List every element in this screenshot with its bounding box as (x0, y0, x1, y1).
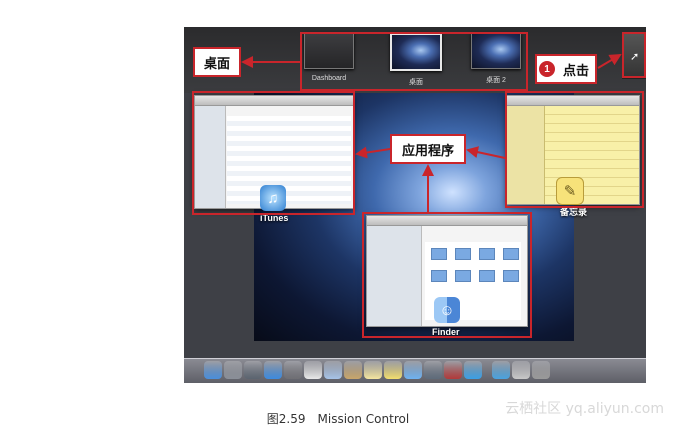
launchpad-icon[interactable] (224, 361, 242, 379)
messages-icon[interactable] (404, 361, 422, 379)
dock (184, 358, 646, 383)
mission-control-icon[interactable] (244, 361, 262, 379)
contacts-icon[interactable] (344, 361, 362, 379)
system-prefs-icon[interactable] (284, 361, 302, 379)
click-label: 点击 (562, 63, 589, 79)
dock-icon-row (204, 361, 550, 379)
trash-icon[interactable] (532, 361, 550, 379)
stickies-icon[interactable] (384, 361, 402, 379)
itunes-icon[interactable] (464, 361, 482, 379)
step-badge: 1 (539, 61, 555, 77)
itunes-highlight-box (192, 91, 355, 215)
safari-icon[interactable] (264, 361, 282, 379)
notes-highlight-box (505, 91, 644, 208)
mail-icon[interactable] (324, 361, 342, 379)
app-store-icon[interactable] (492, 361, 510, 379)
notes-icon[interactable] (364, 361, 382, 379)
finder-highlight-box (362, 212, 532, 338)
apps-callout: 应用程序 (390, 134, 466, 164)
watermark: 云栖社区 yq.aliyun.com (505, 401, 664, 417)
desktop-callout: 桌面 (193, 47, 241, 77)
facetime-icon[interactable] (424, 361, 442, 379)
photo-booth-icon[interactable] (444, 361, 462, 379)
finder-icon[interactable] (204, 361, 222, 379)
spaces-highlight-box (300, 32, 528, 91)
preview-icon[interactable] (512, 361, 530, 379)
add-desktop-highlight-box (622, 32, 646, 78)
calendar-icon[interactable] (304, 361, 322, 379)
